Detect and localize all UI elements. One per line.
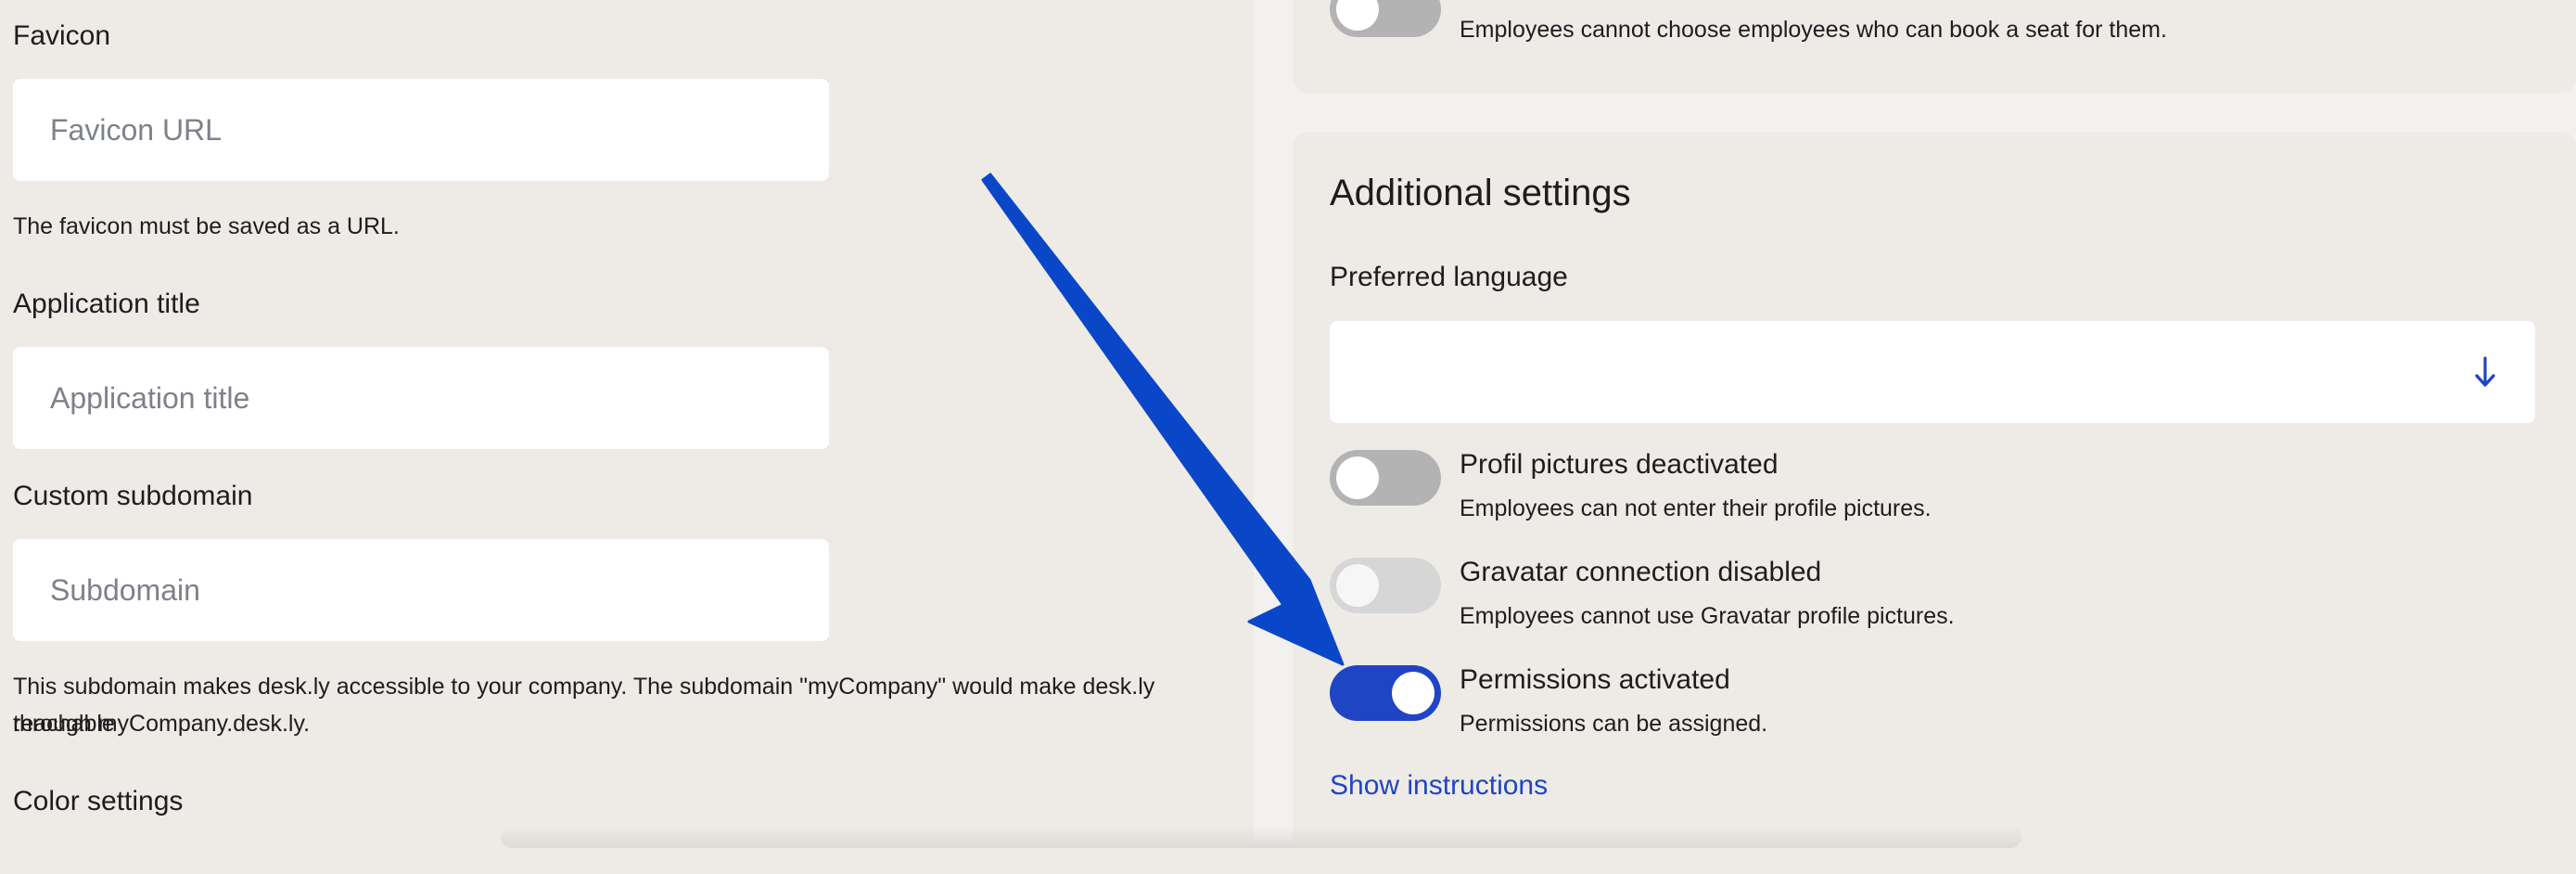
app-title-placeholder: Application title <box>50 380 250 415</box>
arrow-down-icon <box>2475 356 2495 387</box>
favicon-input[interactable]: Favicon URL <box>13 79 829 181</box>
permissions-title: Permissions activated <box>1460 664 1730 695</box>
profile-pictures-title: Profil pictures deactivated <box>1460 449 1779 480</box>
favicon-label: Favicon <box>13 20 111 51</box>
delegation-card: Employees cannot choose employees who ca… <box>1293 0 2576 93</box>
additional-settings-title: Additional settings <box>1330 173 1631 213</box>
gravatar-toggle[interactable] <box>1330 558 1441 613</box>
gravatar-title: Gravatar connection disabled <box>1460 557 1822 587</box>
toggle-knob <box>1336 0 1379 31</box>
toggle-knob <box>1392 672 1435 714</box>
subdomain-input[interactable]: Subdomain <box>13 539 829 641</box>
toggle-knob <box>1336 456 1379 499</box>
profile-pictures-desc: Employees can not enter their profile pi… <box>1460 495 1932 521</box>
favicon-placeholder: Favicon URL <box>50 112 222 147</box>
gravatar-desc: Employees cannot use Gravatar profile pi… <box>1460 603 1955 629</box>
app-title-label: Application title <box>13 289 200 319</box>
app-title-input[interactable]: Application title <box>13 347 829 449</box>
bottom-shadow <box>501 826 2021 848</box>
toggle-knob <box>1336 564 1379 607</box>
subdomain-help-line2: through myCompany.desk.ly. <box>13 711 311 737</box>
delegation-toggle[interactable] <box>1330 0 1441 37</box>
additional-settings-card: Additional settings Preferred language P… <box>1293 132 2576 874</box>
permissions-desc: Permissions can be assigned. <box>1460 711 1768 737</box>
preferred-language-label: Preferred language <box>1330 262 1568 292</box>
profile-pictures-toggle[interactable] <box>1330 450 1441 506</box>
show-instructions-link[interactable]: Show instructions <box>1330 770 1548 802</box>
color-settings-heading: Color settings <box>13 786 184 816</box>
subdomain-placeholder: Subdomain <box>50 572 200 607</box>
delegation-desc: Employees cannot choose employees who ca… <box>1460 17 2167 43</box>
favicon-help: The favicon must be saved as a URL. <box>13 213 400 239</box>
preferred-language-select[interactable] <box>1330 321 2535 423</box>
left-panel: Favicon Favicon URL The favicon must be … <box>0 0 1254 848</box>
permissions-toggle[interactable] <box>1330 665 1441 721</box>
subdomain-label: Custom subdomain <box>13 481 253 511</box>
